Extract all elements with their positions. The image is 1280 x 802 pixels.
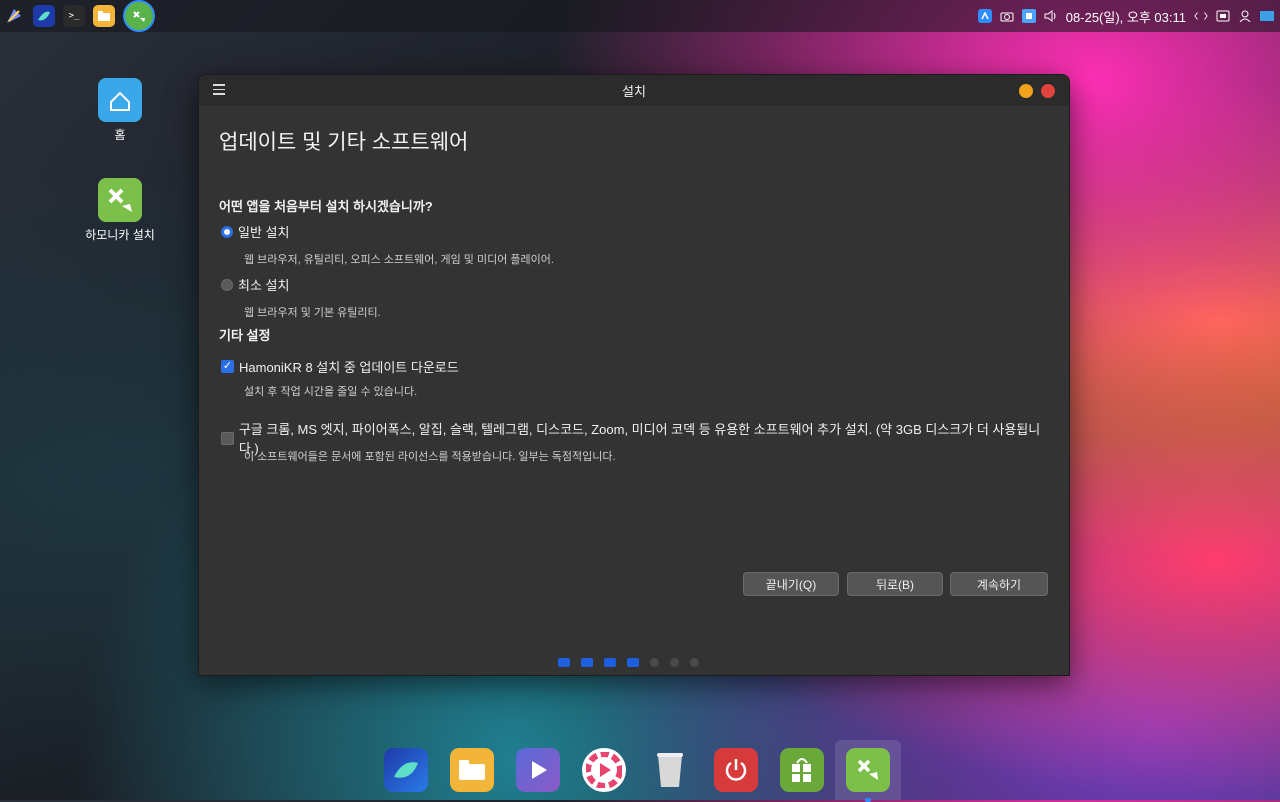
desktop-icon-label: 홈 (114, 128, 126, 142)
clock[interactable]: 08-25(일), 오후 03:11 (1066, 7, 1186, 26)
quit-button[interactable]: 끝내기(Q) (743, 572, 839, 596)
home-folder-icon (98, 78, 142, 122)
hamonika-installer-icon (98, 178, 142, 222)
window-titlebar[interactable]: 설치 (199, 75, 1069, 106)
volume-icon[interactable] (1044, 9, 1058, 23)
dock-whale-browser-icon[interactable] (384, 748, 428, 792)
network-icon[interactable] (1194, 9, 1208, 23)
minimal-install-desc: 웹 브라우저 및 기본 유틸리티. (244, 307, 381, 319)
download-updates-checkbox[interactable]: ✓ (221, 360, 234, 373)
panel-launchers: >_ (0, 0, 155, 32)
minimal-install-radio[interactable] (221, 278, 233, 291)
desktop-icon-label: 하모니카 설치 (85, 228, 155, 242)
download-updates-option[interactable]: ✓ HamoniKR 8 설치 중 업데이트 다운로드 (221, 357, 459, 376)
hamburger-menu-icon[interactable] (213, 84, 225, 96)
progress-step (581, 658, 593, 667)
camera-icon[interactable] (1000, 9, 1014, 23)
installer-content: 업데이트 및 기타 소프트웨어 어떤 앱을 처음부터 설치 하시겠습니까? 일반… (219, 106, 1049, 675)
continue-button[interactable]: 계속하기 (950, 572, 1048, 596)
update-icon[interactable] (977, 9, 992, 23)
top-panel: >_ 08-25(일), 오후 03:11 (0, 0, 1280, 32)
normal-install-label: 일반 설치 (238, 225, 290, 240)
download-updates-desc: 설치 후 작업 시간을 줄일 수 있습니다. (244, 386, 418, 398)
active-indicator (865, 798, 871, 802)
dock-trash-icon[interactable] (648, 748, 692, 792)
minimal-install-label: 최소 설치 (238, 278, 290, 293)
user-icon[interactable] (1238, 9, 1252, 23)
back-button[interactable]: 뒤로(B) (847, 572, 943, 596)
minimal-install-option[interactable]: 최소 설치 (221, 275, 289, 294)
install-type-question: 어떤 앱을 처음부터 설치 하시겠습니까? (219, 199, 433, 214)
dock-power-icon[interactable] (714, 748, 758, 792)
dock-hamonika-installer-icon (846, 748, 890, 792)
progress-step (558, 658, 570, 667)
desktop-icon-hamonika-install[interactable]: 하모니카 설치 (75, 178, 165, 243)
terminal-icon[interactable]: >_ (63, 5, 85, 27)
dock-software-store-icon[interactable] (780, 748, 824, 792)
progress-step (604, 658, 616, 667)
window-title: 설치 (622, 84, 646, 99)
dock-files-icon[interactable] (450, 748, 494, 792)
files-icon[interactable] (93, 5, 115, 27)
progress-step (650, 658, 659, 667)
dock-media-app-icon[interactable] (582, 748, 626, 792)
dock-video-player-icon[interactable] (516, 748, 560, 792)
progress-step (670, 658, 679, 667)
desktop-icon-home[interactable]: 홈 (75, 78, 165, 143)
progress-step (627, 658, 639, 667)
show-desktop-icon[interactable] (1260, 11, 1274, 21)
normal-install-option[interactable]: 일반 설치 (221, 222, 289, 241)
page-title: 업데이트 및 기타 소프트웨어 (219, 131, 469, 154)
keyboard-input-icon[interactable] (1216, 9, 1230, 23)
close-button[interactable] (1041, 84, 1055, 98)
progress-dots (558, 658, 699, 667)
whale-browser-icon[interactable] (33, 5, 55, 27)
notes-icon[interactable] (1021, 9, 1036, 23)
minimize-button[interactable] (1019, 84, 1033, 98)
normal-install-radio[interactable] (221, 225, 233, 238)
other-settings-title: 기타 설정 (219, 328, 271, 343)
normal-install-desc: 웹 브라우저, 유틸리티, 오피스 소프트웨어, 게임 및 미디어 플레이어. (244, 254, 554, 266)
progress-step (690, 658, 699, 667)
dock (376, 740, 901, 802)
hamonika-installer-icon[interactable] (123, 0, 155, 32)
extra-software-checkbox[interactable] (221, 431, 234, 445)
app-menu-icon[interactable] (3, 5, 25, 27)
installer-window: 설치 업데이트 및 기타 소프트웨어 어떤 앱을 처음부터 설치 하시겠습니까?… (198, 74, 1070, 676)
dock-hamonika-installer-item[interactable] (835, 740, 901, 802)
extra-software-desc: 이 소프트웨어들은 문서에 포함된 라이선스를 적용받습니다. 일부는 독점적입… (244, 451, 616, 463)
system-tray: 08-25(일), 오후 03:11 (977, 0, 1274, 32)
download-updates-label: HamoniKR 8 설치 중 업데이트 다운로드 (239, 360, 459, 375)
